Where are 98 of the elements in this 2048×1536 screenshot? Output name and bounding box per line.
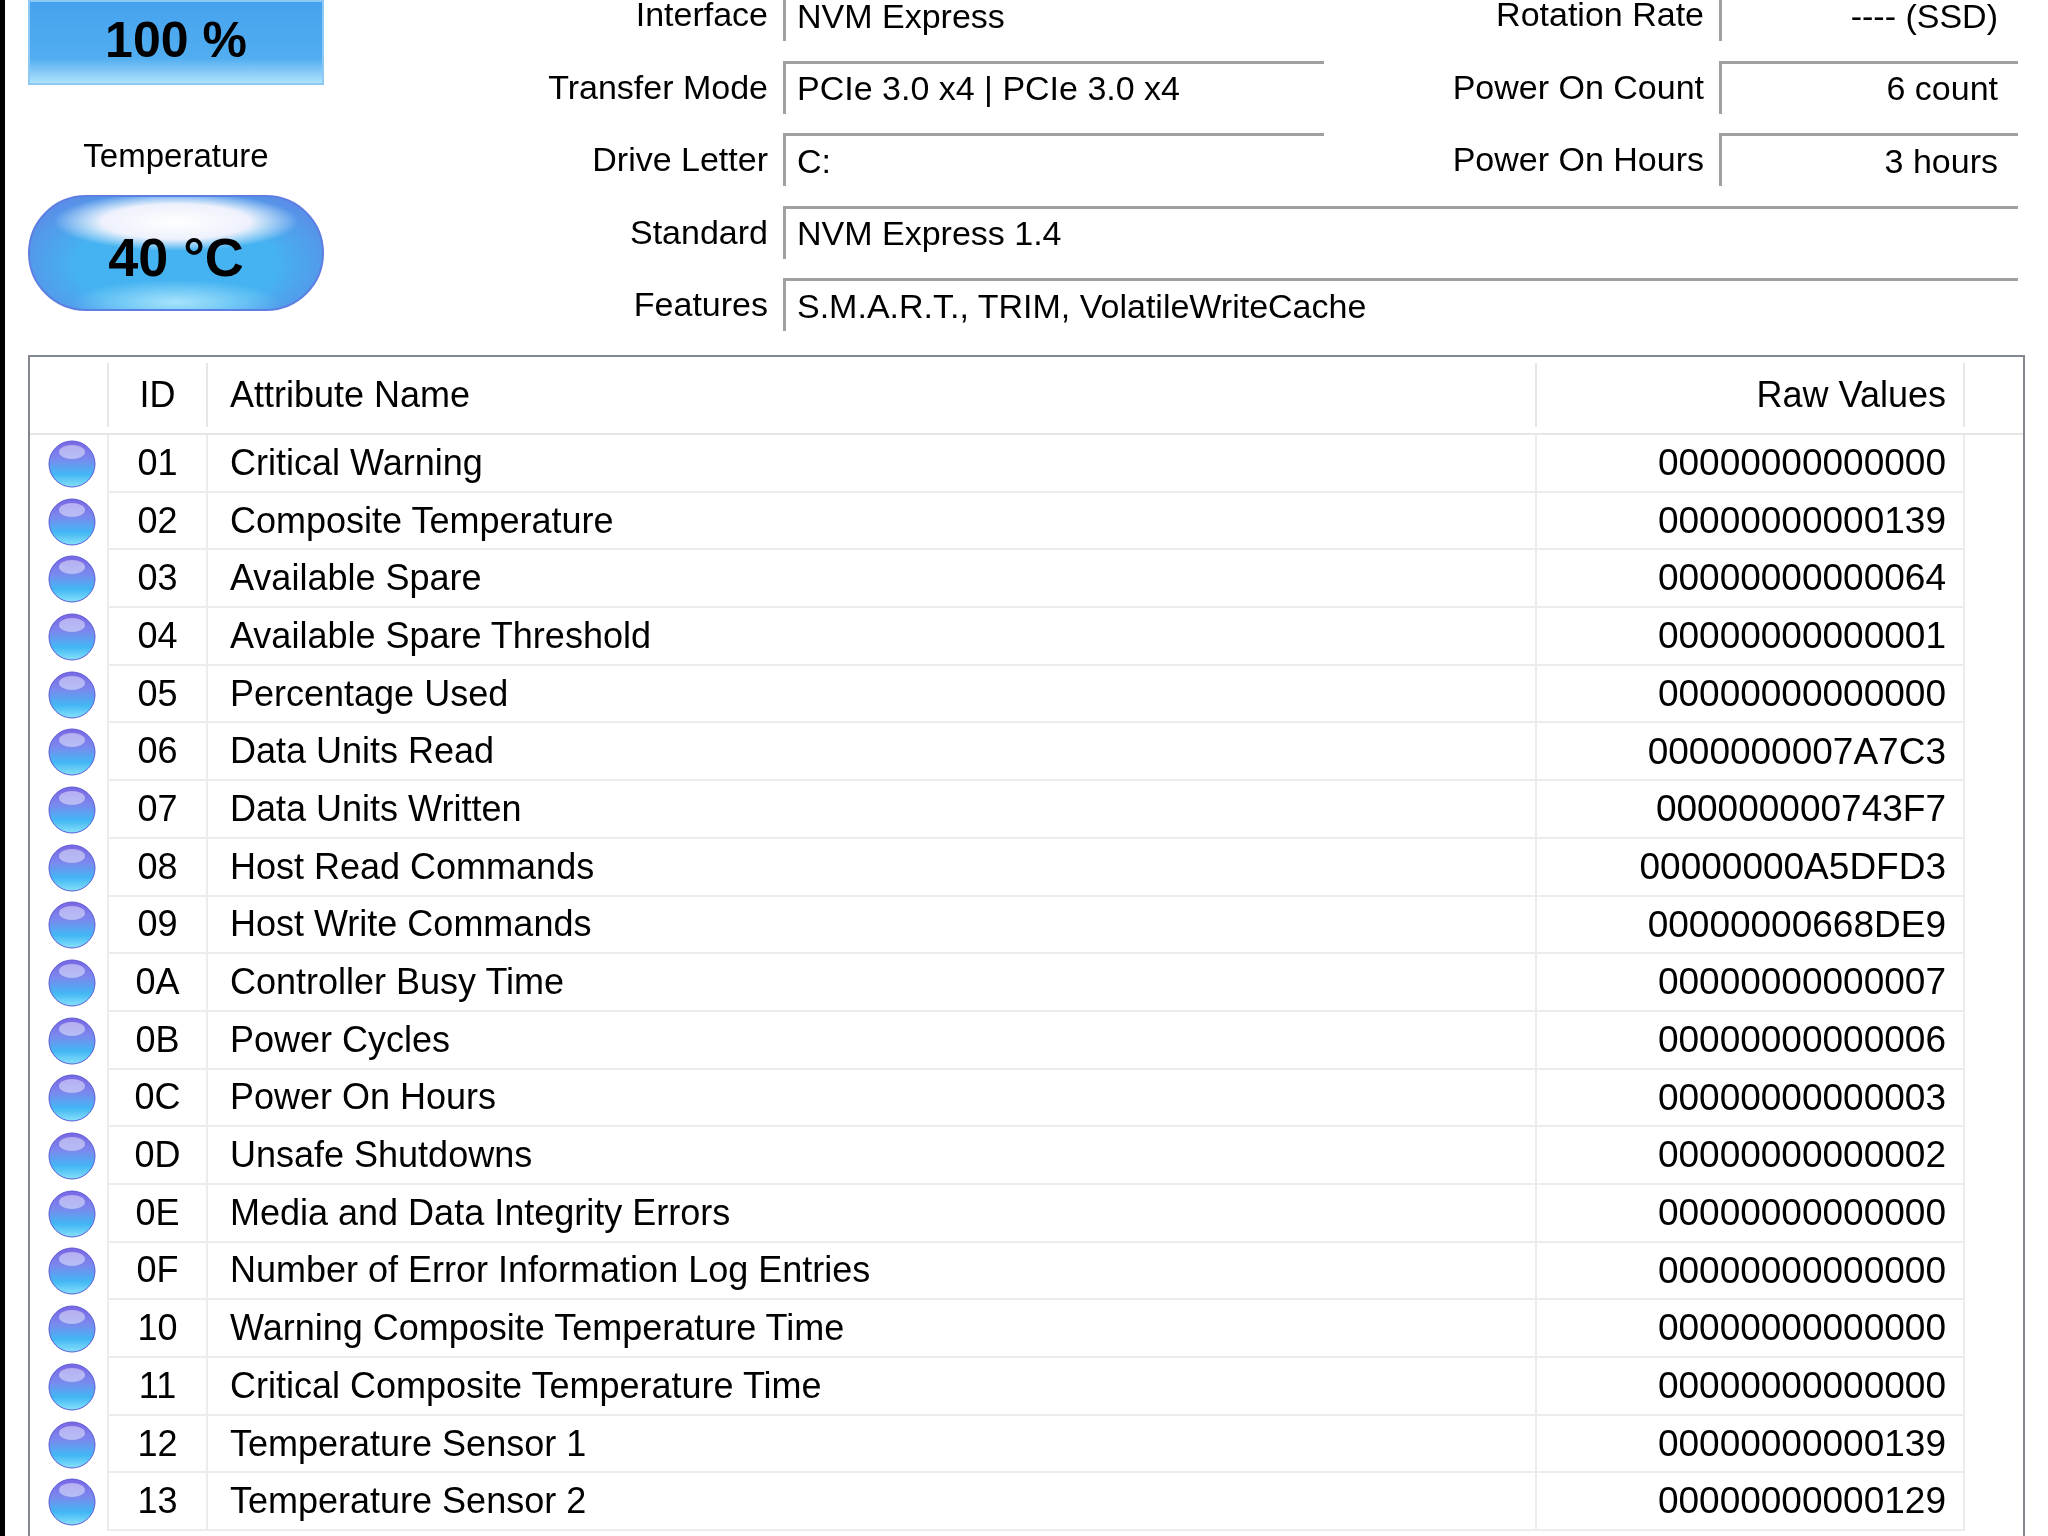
attribute-name-cell: Power On Hours bbox=[208, 1069, 1537, 1128]
status-dot-icon bbox=[48, 439, 96, 488]
raw-value-cell: 00000000000139 bbox=[1537, 1415, 1965, 1474]
info-field: NVM Express 1.4 bbox=[783, 205, 2018, 259]
status-dot-icon bbox=[48, 1189, 96, 1238]
status-dot-icon bbox=[48, 555, 96, 604]
temperature-display: 40 °C bbox=[28, 195, 324, 311]
attribute-name-cell: Host Read Commands bbox=[208, 838, 1537, 897]
raw-value-cell: 000000000743F7 bbox=[1537, 781, 1965, 839]
attribute-name-cell: Available Spare Threshold bbox=[208, 608, 1537, 666]
info-field: C: bbox=[783, 133, 1324, 186]
status-dot-icon bbox=[48, 1362, 96, 1411]
raw-value-cell: 00000000000129 bbox=[1537, 1473, 1965, 1532]
column-header[interactable]: Attribute Name bbox=[230, 368, 471, 422]
id-cell: 08 bbox=[109, 838, 208, 897]
column-header[interactable]: Raw Values bbox=[1756, 368, 1946, 422]
attribute-name-cell: Percentage Used bbox=[208, 665, 1537, 724]
id-cell: 05 bbox=[109, 665, 208, 724]
status-dot-icon bbox=[48, 1247, 96, 1296]
raw-value-cell: 00000000000000 bbox=[1537, 665, 1965, 724]
field-label: Power On Hours bbox=[1452, 139, 1704, 180]
id-cell: 09 bbox=[109, 896, 208, 955]
attribute-name-cell: Temperature Sensor 2 bbox=[208, 1473, 1537, 1532]
status-dot-icon bbox=[48, 1478, 96, 1527]
id-cell: 06 bbox=[109, 723, 208, 782]
attribute-name-cell: Available Spare bbox=[208, 550, 1537, 609]
status-dot-icon bbox=[48, 843, 96, 892]
id-cell: 01 bbox=[109, 435, 208, 493]
info-field: ---- (SSD) bbox=[1719, 0, 2018, 41]
info-field: S.M.A.R.T., TRIM, VolatileWriteCache bbox=[783, 278, 2018, 331]
id-cell: 10 bbox=[109, 1300, 208, 1358]
raw-value-cell: 0000000007A7C3 bbox=[1537, 723, 1965, 782]
status-dot-icon bbox=[48, 959, 96, 1008]
field-label: Rotation Rate bbox=[1496, 0, 1704, 35]
attribute-name-cell: Composite Temperature bbox=[208, 492, 1537, 551]
attribute-name-cell: Critical Composite Temperature Time bbox=[208, 1358, 1537, 1416]
temperature-label: Temperature bbox=[83, 136, 269, 176]
id-cell: 04 bbox=[109, 608, 208, 666]
attribute-name-cell: Controller Busy Time bbox=[208, 954, 1537, 1012]
status-dot-icon bbox=[48, 612, 96, 661]
raw-value-cell: 00000000000000 bbox=[1537, 1358, 1965, 1416]
attribute-name-cell: Number of Error Information Log Entries bbox=[208, 1242, 1537, 1301]
status-dot-icon bbox=[48, 670, 96, 719]
raw-value-cell: 00000000A5DFD3 bbox=[1537, 838, 1965, 897]
field-label: Transfer Mode bbox=[548, 66, 768, 108]
status-dot-icon bbox=[48, 1420, 96, 1469]
id-cell: 0F bbox=[109, 1242, 208, 1301]
field-label: Drive Letter bbox=[592, 139, 768, 180]
status-dot-icon bbox=[48, 497, 96, 546]
id-cell: 12 bbox=[109, 1415, 208, 1474]
id-cell: 07 bbox=[109, 781, 208, 839]
raw-value-cell: 00000000000000 bbox=[1537, 1242, 1965, 1301]
info-field: 6 count bbox=[1719, 60, 2018, 114]
attribute-name-cell: Host Write Commands bbox=[208, 896, 1537, 955]
id-cell: 02 bbox=[109, 492, 208, 551]
attribute-name-cell: Temperature Sensor 1 bbox=[208, 1415, 1537, 1474]
id-cell: 13 bbox=[109, 1473, 208, 1532]
raw-value-cell: 00000000000139 bbox=[1537, 492, 1965, 551]
status-dot-icon bbox=[48, 785, 96, 834]
info-field: 3 hours bbox=[1719, 133, 2018, 186]
column-header[interactable]: ID bbox=[139, 368, 176, 422]
info-field: NVM Express bbox=[783, 0, 1324, 41]
raw-value-cell: 00000000000001 bbox=[1537, 608, 1965, 666]
raw-value-cell: 00000000000006 bbox=[1537, 1011, 1965, 1070]
raw-value-cell: 00000000000064 bbox=[1537, 550, 1965, 609]
attribute-name-cell: Data Units Written bbox=[208, 781, 1537, 839]
raw-value-cell: 00000000000000 bbox=[1537, 435, 1965, 493]
raw-value-cell: 00000000000002 bbox=[1537, 1127, 1965, 1185]
raw-value-cell: 00000000668DE9 bbox=[1537, 896, 1965, 955]
field-label: Features bbox=[633, 284, 768, 325]
field-label: Interface bbox=[635, 0, 768, 35]
id-cell: 0D bbox=[109, 1127, 208, 1185]
attribute-name-cell: Warning Composite Temperature Time bbox=[208, 1300, 1537, 1358]
status-dot-icon bbox=[48, 728, 96, 777]
id-cell: 0B bbox=[109, 1011, 208, 1070]
status-dot-icon bbox=[48, 901, 96, 950]
status-dot-icon bbox=[48, 1132, 96, 1181]
status-dot-icon bbox=[48, 1074, 96, 1123]
id-cell: 03 bbox=[109, 550, 208, 609]
id-cell: 0C bbox=[109, 1069, 208, 1128]
raw-value-cell: 00000000000000 bbox=[1537, 1184, 1965, 1243]
attribute-name-cell: Unsafe Shutdowns bbox=[208, 1127, 1537, 1185]
attribute-name-cell: Power Cycles bbox=[208, 1011, 1537, 1070]
health-status-display: 100 % bbox=[28, 0, 324, 85]
status-dot-icon bbox=[48, 1016, 96, 1065]
raw-value-cell: 00000000000003 bbox=[1537, 1069, 1965, 1128]
raw-value-cell: 00000000000000 bbox=[1537, 1300, 1965, 1358]
id-cell: 0A bbox=[109, 954, 208, 1012]
info-field: PCIe 3.0 x4 | PCIe 3.0 x4 bbox=[783, 60, 1324, 114]
status-dot-icon bbox=[48, 1305, 96, 1354]
attribute-name-cell: Media and Data Integrity Errors bbox=[208, 1184, 1537, 1243]
id-cell: 0E bbox=[109, 1184, 208, 1243]
attribute-name-cell: Data Units Read bbox=[208, 723, 1537, 782]
field-label: Standard bbox=[630, 211, 768, 253]
raw-value-cell: 00000000000007 bbox=[1537, 954, 1965, 1012]
attribute-name-cell: Critical Warning bbox=[208, 435, 1537, 493]
id-cell: 11 bbox=[109, 1358, 208, 1416]
field-label: Power On Count bbox=[1452, 66, 1704, 108]
